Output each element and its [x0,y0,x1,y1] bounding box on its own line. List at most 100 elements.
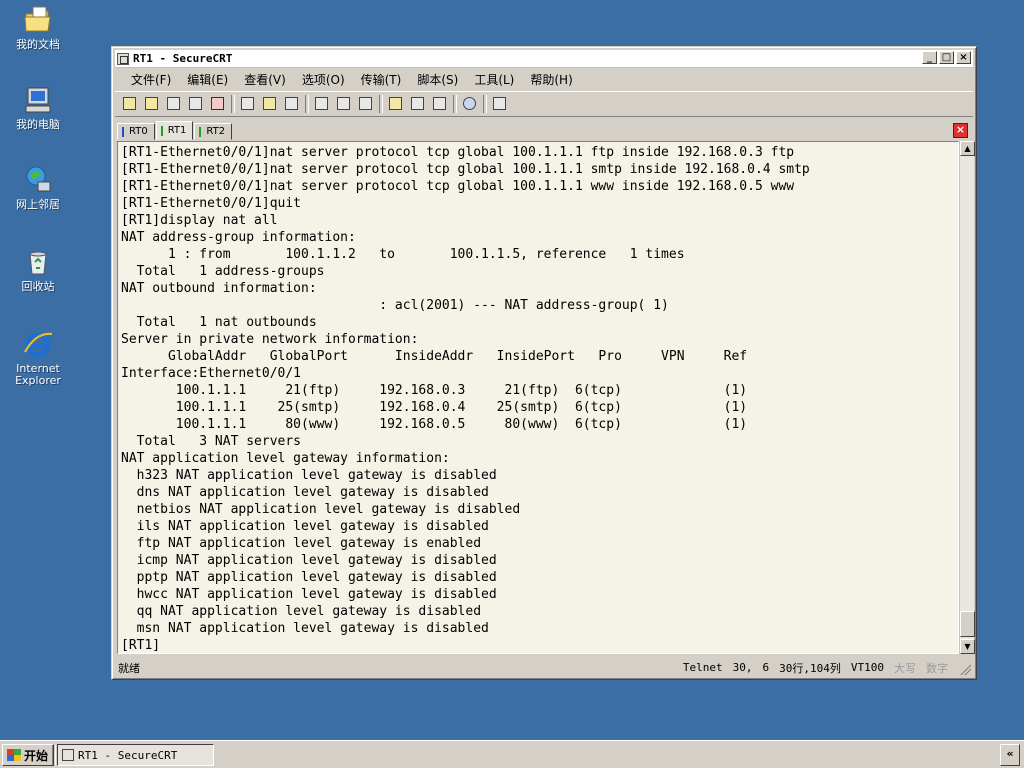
terminal-line: h323 NAT application level gateway is di… [121,468,497,483]
menu-bar: 文件(F) 编辑(E) 查看(V) 选项(O) 传输(T) 脚本(S) 工具(L… [115,69,973,89]
tab-status-indicator [199,126,202,137]
menu-script[interactable]: 脚本(S) [409,71,466,88]
toolbar-separator [483,95,487,113]
keymap-icon[interactable] [431,95,449,113]
taskbar-item-securecrt[interactable]: RT1 - SecureCRT [57,744,214,766]
terminal-scrollbar[interactable]: ▲ ▼ [959,141,975,654]
disconnect-icon[interactable] [209,95,227,113]
menu-file[interactable]: 文件(F) [123,71,179,88]
terminal-line: 100.1.1.1 25(smtp) 192.168.0.4 25(smtp) … [121,400,748,415]
help-icon[interactable] [461,95,479,113]
tab-label: RT2 [206,126,226,137]
terminal-line: [RT1-Ethernet0/0/1]nat server protocol t… [121,162,810,177]
tab-rt2[interactable]: RT2 [194,123,233,140]
taskbar-item-label: RT1 - SecureCRT [78,748,178,762]
menu-options[interactable]: 选项(O) [294,71,353,88]
terminal-output[interactable]: [RT1-Ethernet0/0/1]nat server protocol t… [117,141,959,654]
status-col: 6 [762,661,770,674]
scroll-thumb[interactable] [960,611,975,637]
menu-tools[interactable]: 工具(L) [466,71,522,88]
securecrt-app-icon [117,52,129,65]
start-label: 开始 [24,748,49,763]
terminal-line: Server in private network information: [121,332,419,347]
print-icon[interactable] [313,95,331,113]
status-ready: 就绪 [118,661,140,675]
paste-icon[interactable] [261,95,279,113]
terminal-line: qq NAT application level gateway is disa… [121,604,482,619]
tray-expand-button[interactable]: « [1000,744,1020,766]
desktop-icon-label: Internet Explorer [15,362,61,387]
tab-rt0[interactable]: RT0 [117,123,155,140]
network-icon [26,166,51,192]
maximize-button[interactable]: □ [939,51,954,64]
tab-status-indicator [122,126,124,137]
desktop-icon-label: 我的电脑 [16,118,60,131]
computer-icon [25,87,51,113]
title-bar[interactable]: RT1 - SecureCRT _ □ × [115,50,973,68]
desktop-icon-label: 网上邻居 [16,198,60,211]
copy-icon[interactable] [239,95,257,113]
connect-in-tab-icon[interactable] [165,95,183,113]
status-num: 数字 [926,661,948,675]
status-row: 30, [732,661,753,674]
toolbar-separator [305,95,309,113]
tab-rt1[interactable]: RT1 [155,121,194,140]
resize-grip-icon[interactable] [959,663,971,675]
recycle-bin-icon [29,251,47,275]
status-bar: 就绪 Telnet 30, 6 30行,104列 VT100 大写 数字 [115,658,973,677]
menu-help[interactable]: 帮助(H) [522,71,580,88]
terminal-line: [RT1-Ethernet0/0/1]nat server protocol t… [121,179,795,194]
close-tab-icon[interactable]: × [953,123,968,138]
terminal-line: 100.1.1.1 80(www) 192.168.0.5 80(www) 6(… [121,417,748,432]
status-size: 30行,104列 [779,661,841,675]
internet-explorer-icon [24,332,53,358]
terminal-line: NAT application level gateway informatio… [121,451,450,466]
taskbar: 开始 RT1 - SecureCRT « [0,740,1024,768]
minimize-button[interactable]: _ [922,51,937,64]
terminal-line: dns NAT application level gateway is dis… [121,485,489,500]
keypad-icon[interactable] [491,95,509,113]
global-options-icon[interactable] [409,95,427,113]
menu-view[interactable]: 查看(V) [236,71,294,88]
desktop-icon-my-computer[interactable]: 我的电脑 [0,84,76,131]
desktop-icon-my-documents[interactable]: 我的文档 [0,4,76,51]
session-tabs: RT0 RT1 RT2 [117,121,233,140]
start-button[interactable]: 开始 [2,744,55,766]
securecrt-app-icon [62,749,74,761]
terminal-line: Total 3 NAT servers [121,434,302,449]
desktop-icon-label: 回收站 [21,280,55,293]
desktop-icon-internet-explorer[interactable]: Internet Explorer [0,328,76,387]
toolbar [115,91,973,117]
terminal-line: 1 : from 100.1.1.2 to 100.1.1.5, referen… [121,247,685,262]
terminal-line: [RT1]display nat all [121,213,278,228]
terminal-line: ils NAT application level gateway is dis… [121,519,489,534]
terminal-line: netbios NAT application level gateway is… [121,502,521,517]
desktop-icon-label: 我的文档 [16,38,60,51]
terminal-line: pptp NAT application level gateway is di… [121,570,497,585]
menu-transfer[interactable]: 传输(T) [353,71,410,88]
terminal-line: Interface:Ethernet0/0/1 [121,366,302,381]
tab-label: RT1 [167,125,187,136]
print-selection-icon[interactable] [335,95,353,113]
terminal-line: NAT outbound information: [121,281,317,296]
taskbar-separator [52,745,56,765]
close-button[interactable]: × [956,51,971,64]
quick-connect-icon[interactable] [143,95,161,113]
find-icon[interactable] [283,95,301,113]
terminal-line: [RT1] [121,638,161,653]
terminal-line: [RT1-Ethernet0/0/1]quit [121,196,302,211]
status-emulation: VT100 [850,661,884,674]
printer-icon[interactable] [357,95,375,113]
desktop-icon-recycle-bin[interactable]: 回收站 [0,246,76,293]
scroll-up-icon[interactable]: ▲ [960,141,975,156]
session-options-icon[interactable] [387,95,405,113]
reconnect-icon[interactable] [187,95,205,113]
terminal-line: GlobalAddr GlobalPort InsideAddr InsideP… [121,349,748,364]
scroll-down-icon[interactable]: ▼ [960,639,975,654]
terminal-line: [RT1-Ethernet0/0/1]nat server protocol t… [121,145,795,160]
menu-edit[interactable]: 编辑(E) [179,71,236,88]
tab-label: RT0 [129,126,148,137]
status-caps: 大写 [894,661,916,675]
desktop-icon-network[interactable]: 网上邻居 [0,164,76,211]
connect-icon[interactable] [121,95,139,113]
